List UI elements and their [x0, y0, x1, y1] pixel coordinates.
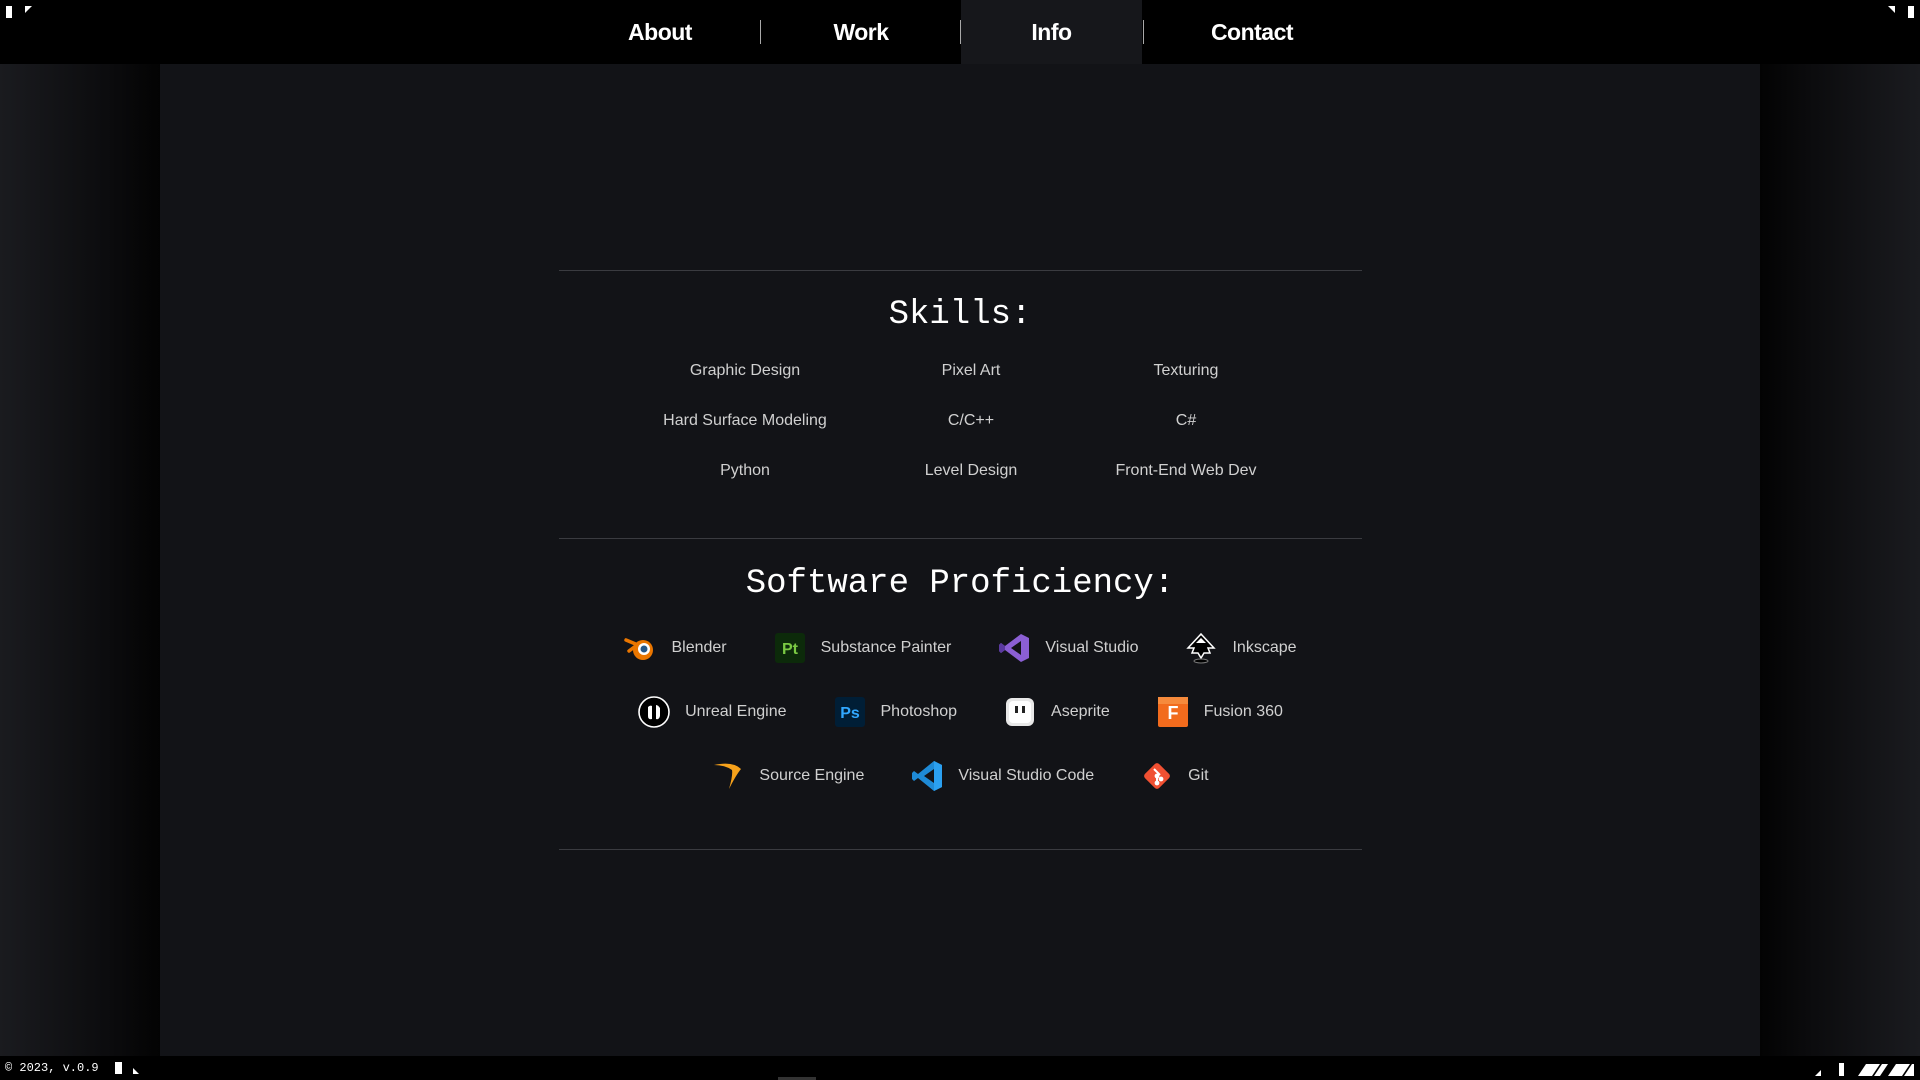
cursor-block [115, 1062, 122, 1074]
software-heading: Software Proficiency: [745, 565, 1175, 603]
svg-text:Ps: Ps [840, 705, 860, 722]
git-icon [1140, 759, 1174, 793]
skill-item: Level Design [924, 462, 1018, 479]
software-item-blender: Blender [623, 631, 727, 665]
inkscape-icon [1184, 631, 1218, 665]
software-item-visual-studio: Visual Studio [997, 631, 1138, 665]
main-nav: About Work Info Contact [0, 0, 1920, 64]
skill-item: Hard Surface Modeling [663, 412, 827, 429]
nav-info[interactable]: Info [961, 0, 1142, 64]
skill-item: Front-End Web Dev [1115, 462, 1257, 479]
nav-about[interactable]: About [600, 0, 720, 64]
software-label: Unreal Engine [685, 703, 787, 720]
software-item-git: Git [1140, 759, 1209, 793]
software-item-inkscape: Inkscape [1184, 631, 1297, 665]
unreal-engine-icon [637, 695, 671, 729]
software-label: Source Engine [759, 767, 865, 784]
skill-item: Graphic Design [689, 362, 801, 379]
corner-mark-bottom-left [133, 1068, 139, 1074]
skill-item: Texturing [1153, 362, 1219, 379]
content-panel [160, 64, 1760, 1056]
software-label: Inkscape [1232, 639, 1297, 656]
stripes-icon [1858, 1064, 1914, 1076]
svg-text:Pt: Pt [782, 641, 799, 658]
visual-studio-icon [997, 631, 1031, 665]
software-label: Blender [671, 639, 727, 656]
right-gutter [1760, 64, 1920, 1056]
aseprite-icon [1003, 695, 1037, 729]
software-row: Unreal Engine Ps Photoshop Aseprite F Fu… [0, 694, 1920, 730]
skill-item: C# [1175, 412, 1197, 429]
fusion-360-icon: F [1156, 695, 1190, 729]
software-label: Visual Studio [1045, 639, 1139, 656]
software-label: Aseprite [1051, 703, 1110, 720]
skill-item: Pixel Art [941, 362, 1001, 379]
software-item-substance-painter: Pt Substance Painter [773, 631, 952, 665]
corner-mark-bottom-right-tick [1815, 1070, 1821, 1076]
nav-contact[interactable]: Contact [1190, 0, 1314, 64]
photoshop-icon: Ps [833, 695, 867, 729]
left-gutter [0, 64, 160, 1056]
visual-studio-code-icon [910, 759, 944, 793]
source-engine-icon [711, 759, 745, 793]
software-label: Photoshop [880, 703, 958, 720]
nav-work[interactable]: Work [800, 0, 922, 64]
page: About Work Info Contact Skills: Graphic … [0, 0, 1920, 1080]
corner-mark-bottom-right-bar [1839, 1063, 1844, 1076]
software-item-photoshop: Ps Photoshop [833, 695, 958, 729]
software-label: Substance Painter [820, 639, 952, 656]
software-item-fusion-360: F Fusion 360 [1156, 695, 1283, 729]
software-row: Blender Pt Substance Painter Visual Stud… [0, 630, 1920, 666]
software-label: Git [1188, 767, 1209, 784]
copyright-text: © 2023, v.0.9 [5, 1061, 99, 1075]
footer: © 2023, v.0.9 [0, 1056, 1920, 1080]
nav-separator [1143, 20, 1144, 44]
skills-heading: Skills: [888, 296, 1032, 334]
divider [559, 538, 1362, 539]
skill-item: C/C++ [947, 412, 995, 429]
software-label: Fusion 360 [1203, 703, 1283, 720]
software-item-aseprite: Aseprite [1003, 695, 1110, 729]
software-label: Visual Studio Code [958, 767, 1095, 784]
nav-separator [760, 20, 761, 44]
footer-marks [1815, 1060, 1914, 1076]
software-item-visual-studio-code: Visual Studio Code [910, 759, 1094, 793]
software-item-unreal-engine: Unreal Engine [637, 695, 787, 729]
divider [559, 270, 1362, 271]
substance-painter-icon: Pt [773, 631, 807, 665]
software-item-source-engine: Source Engine [711, 759, 864, 793]
svg-text:F: F [1167, 703, 1178, 723]
blender-icon [623, 631, 657, 665]
skill-item: Python [720, 462, 770, 479]
divider [559, 849, 1362, 850]
software-row: Source Engine Visual Studio Code Git [0, 758, 1920, 794]
